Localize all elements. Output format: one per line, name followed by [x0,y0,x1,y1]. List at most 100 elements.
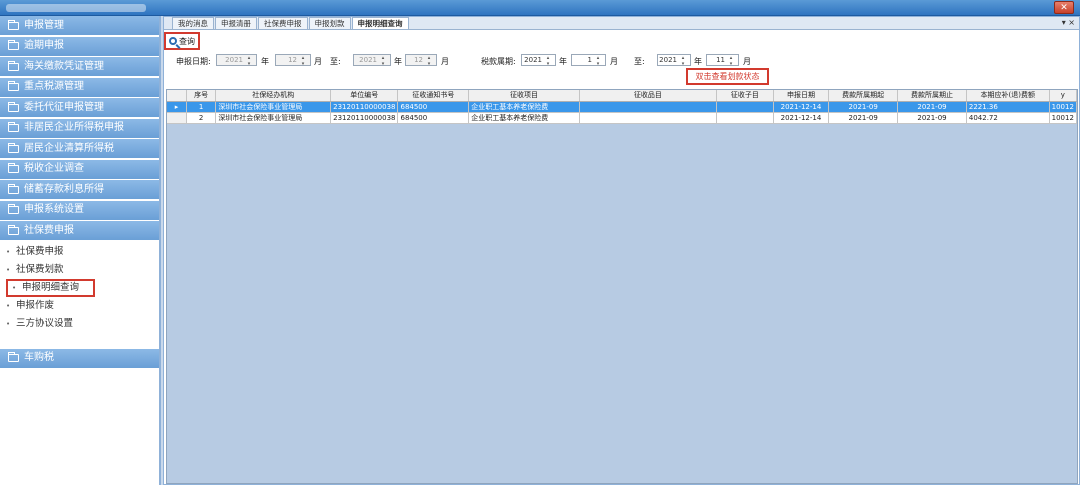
sidebar-item[interactable]: 税收企业调查 [0,159,159,180]
window-title-blurred [6,4,146,12]
year-unit-label: 年 [694,57,702,66]
table-row[interactable]: 2 深圳市社会保险事业管理局 23120110000038 684500 企业职工基本养… [167,112,1077,124]
decl-end-year-stepper[interactable]: 2021 [353,54,391,67]
result-grid: 序号 社保经办机构 单位编号 征收通知书号 征收项目 征收品目 征收子目 申报日期 费款所属期起… [166,89,1078,484]
sidebar-item[interactable]: 海关缴款凭证管理 [0,57,159,77]
month-unit-label: 月 [610,57,618,66]
window-titlebar: ✕ [0,0,1080,16]
table-cell: 企业职工基本养老保险费 [468,101,580,113]
sidebar-sub-item[interactable]: 社保费划款 [0,261,159,279]
table-cell: 23120110000038 [330,101,399,113]
sidebar-item-label: 车购税 [24,352,54,363]
row-header-corner [167,90,187,102]
sidebar-item[interactable]: 委托代征申报管理 [0,98,159,118]
table-cell: 2 [186,112,217,124]
folder-icon [8,204,19,214]
table-cell: 2021-12-14 [773,112,830,124]
sidebar-item[interactable]: 重点税源管理 [0,77,159,98]
close-window-button[interactable]: ✕ [1054,1,1074,14]
column-header[interactable]: 费款所属期起 [828,90,899,102]
period-start-year-stepper[interactable]: 2021 [521,54,556,67]
period-end-year-stepper[interactable]: 2021 [657,54,691,67]
folder-icon [8,122,19,132]
sidebar-item[interactable]: 申报管理 [0,16,159,36]
column-header[interactable]: 申报日期 [773,90,830,102]
sidebar-sub-item[interactable]: 三方协议设置 [0,315,159,333]
table-cell: 1 [186,101,217,113]
sidebar-item[interactable]: 社保费申报 [0,221,159,241]
month-unit-label: 月 [441,57,449,66]
sidebar-sub-item[interactable]: 申报明细查询 [6,278,95,297]
column-header[interactable]: 社保经办机构 [215,90,332,102]
tab[interactable]: 我的消息 [172,17,214,29]
tab-menu-arrow[interactable]: ▾ × [1062,17,1075,29]
table-cell: 企业职工基本养老保险费 [468,112,580,124]
to-label: 至: [634,57,645,66]
sidebar-item-label: 申报管理 [24,19,64,31]
table-cell [579,101,717,113]
tab[interactable]: 申报清册 [215,17,257,29]
sidebar-sub-item[interactable]: 申报作废 [0,297,159,315]
row-selector[interactable] [167,112,187,124]
table-cell [716,112,774,124]
period-end-month-stepper[interactable]: 11 [706,54,739,67]
period-start-month-stepper[interactable]: 1 [571,54,606,67]
table-cell: 深圳市社会保险事业管理局 [215,101,332,113]
decl-date-label: 申报日期: [176,57,211,66]
sidebar-item-label: 海关缴款凭证管理 [24,60,104,72]
sidebar-item-label: 税收企业调查 [24,163,84,174]
table-cell: 10012 [1049,101,1077,113]
folder-icon [8,183,19,194]
column-header[interactable]: 序号 [186,90,217,102]
table-cell [716,101,774,113]
tab[interactable]: 社保费申报 [258,17,308,29]
table-cell [579,112,717,124]
sidebar-item[interactable]: 非居民企业所得税申报 [0,118,159,139]
table-row[interactable]: ▸ 1 深圳市社会保险事业管理局 23120110000038 684500 企业职工基本… [167,101,1077,113]
sidebar-item[interactable]: 居民企业清算所得税 [0,139,159,159]
sidebar-item-label: 储蓄存款利息所得 [24,183,104,195]
sidebar-item-vehicle-tax[interactable]: 车购税 [0,348,159,369]
column-header[interactable]: 费款所属期止 [897,90,967,102]
folder-icon [8,19,19,30]
table-cell: 2021-09 [897,101,967,113]
sidebar-item-label: 社保费申报 [24,224,74,236]
table-cell: 2021-09 [828,101,899,113]
sidebar-item[interactable]: 逾期申报 [0,36,159,57]
folder-icon [8,352,19,362]
sidebar-item[interactable]: 申报系统设置 [0,200,159,221]
year-unit-label: 年 [261,57,269,66]
tab[interactable]: 申报明细查询 [351,17,409,29]
table-cell: 2021-09 [897,112,967,124]
sidebar-item[interactable]: 储蓄存款利息所得 [0,180,159,200]
column-header[interactable]: 征收品目 [579,90,717,102]
folder-icon [8,163,19,173]
column-header[interactable]: 征收项目 [468,90,580,102]
table-cell: 2021-09 [828,112,899,124]
query-button[interactable]: 查询 [164,32,200,50]
table-cell: 684500 [397,101,470,113]
decl-start-year-stepper[interactable]: 2021 [216,54,257,67]
decl-start-month-stepper[interactable]: 12 [275,54,311,67]
row-selector[interactable]: ▸ [167,101,187,113]
table-cell: 4042.72 [966,112,1050,124]
sidebar-item-label: 非居民企业所得税申报 [24,122,124,133]
folder-icon [8,81,19,91]
filter-bar: 申报日期: 2021 年 12 月 至: 2021 年 12 月 税款属期: 2… [164,54,1064,68]
column-header[interactable]: 征收子目 [716,90,774,102]
table-cell: 2221.36 [966,101,1050,113]
column-header[interactable]: y [1049,90,1077,102]
sidebar-item-label: 居民企业清算所得税 [24,142,114,154]
magnifier-icon [169,37,177,45]
transfer-status-tip: 双击查看划款状态 [686,68,769,85]
folder-icon [8,101,19,112]
tab[interactable]: 申报划款 [308,17,351,29]
column-header[interactable]: 本期应补(退)费额 [966,90,1050,102]
sidebar-sub-list: 社保费申报社保费划款申报明细查询申报作废三方协议设置 [0,241,159,339]
sidebar-item-label: 委托代征申报管理 [24,101,104,113]
column-header[interactable]: 征收通知书号 [397,90,470,102]
table-cell: 23120110000038 [330,112,399,124]
decl-end-month-stepper[interactable]: 12 [405,54,437,67]
column-header[interactable]: 单位编号 [330,90,399,102]
sidebar-sub-item[interactable]: 社保费申报 [0,243,159,261]
